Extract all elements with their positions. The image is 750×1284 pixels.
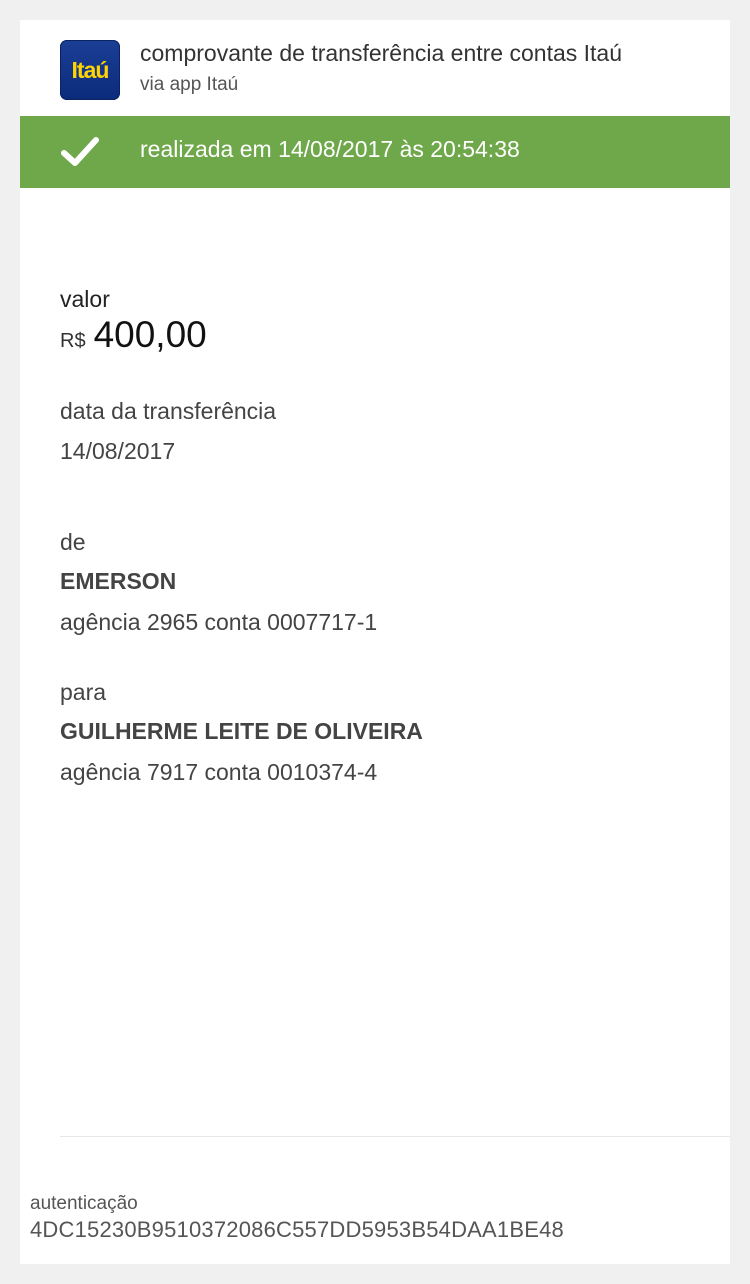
to-account: agência 7917 conta 0010374-4 (60, 759, 378, 785)
checkmark-icon (61, 137, 99, 166)
itau-logo-text: Itaú (71, 57, 110, 83)
transfer-date-value: 14/08/2017 (60, 438, 176, 464)
amount-label: valor (60, 286, 110, 312)
amount-value: 400,00 (93, 314, 207, 355)
receipt-card: Itaú comprovante de transferência entre … (20, 20, 730, 1264)
divider (60, 1136, 730, 1137)
status-text: realizada em 14/08/2017 às 20:54:38 (140, 136, 520, 162)
status-bar: realizada em 14/08/2017 às 20:54:38 (20, 116, 730, 188)
to-name: GUILHERME LEITE DE OLIVEIRA (60, 718, 423, 744)
authentication-label: autenticação (30, 1193, 138, 1214)
from-account: agência 2965 conta 0007717-1 (60, 609, 378, 635)
from-name: EMERSON (60, 568, 177, 594)
itau-logo-icon: Itaú (60, 40, 120, 100)
from-label: de (60, 529, 86, 555)
authentication-code: 4DC15230B9510372086C557DD5953B54DAA1BE48 (30, 1217, 564, 1242)
receipt-title: comprovante de transferência entre conta… (140, 40, 623, 66)
transfer-date-label: data da transferência (60, 398, 277, 424)
to-label: para (60, 679, 107, 705)
receipt-header: Itaú comprovante de transferência entre … (20, 20, 730, 116)
currency-symbol: R$ (60, 330, 86, 352)
amount-display: R$ 400,00 (60, 314, 207, 356)
receipt-subtitle: via app Itaú (140, 74, 239, 95)
